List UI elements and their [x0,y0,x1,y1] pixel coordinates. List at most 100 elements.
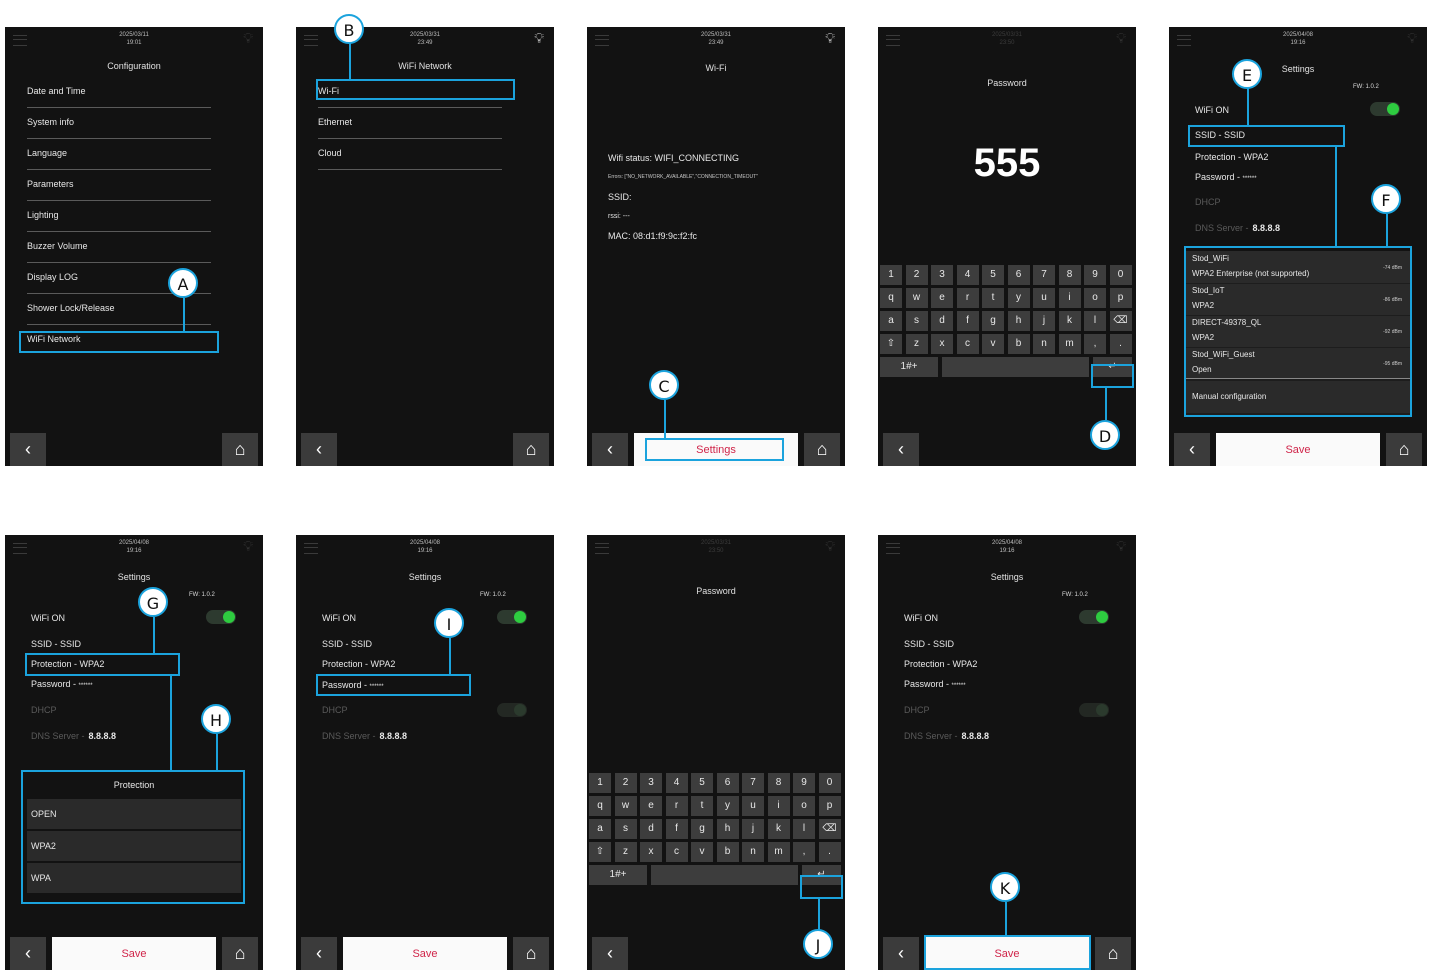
key[interactable]: y [716,796,739,816]
key[interactable]: v [691,842,713,862]
key[interactable]: w [905,288,928,308]
password-row[interactable]: Password - ****** [1195,172,1257,182]
protection-row[interactable]: Protection - WPA2 [322,659,395,669]
bulb-icon[interactable]: 💡︎ [243,30,253,47]
key[interactable]: p [1109,288,1132,308]
back-button[interactable]: ‹ [592,937,628,970]
key[interactable]: c [665,842,688,862]
key[interactable]: n [1033,334,1055,354]
key[interactable]: 2 [905,265,928,285]
key[interactable]: o [793,796,815,816]
key[interactable]: . [818,842,841,862]
key[interactable]: , [793,842,815,862]
back-button[interactable]: ‹ [592,433,628,466]
key[interactable]: f [956,311,979,331]
wifi-toggle[interactable] [206,610,236,624]
back-button[interactable]: ‹ [10,937,46,970]
key[interactable]: m [767,842,790,862]
menu-item-cloud[interactable]: Cloud [318,139,502,170]
dns-row[interactable]: DNS Server -8.8.8.8 [904,731,989,741]
key[interactable]: 9 [1084,265,1106,285]
key[interactable]: 1 [880,265,902,285]
key[interactable]: 3 [931,265,953,285]
key[interactable]: z [905,334,928,354]
protection-row[interactable]: Protection - WPA2 [904,659,977,669]
ssid-row[interactable]: SSID - SSID [31,639,81,649]
home-button[interactable]: ⌂ [804,433,840,466]
menu-item-parameters[interactable]: Parameters [27,170,211,201]
back-button[interactable]: ‹ [1174,433,1210,466]
dns-row[interactable]: DNS Server -8.8.8.8 [1195,223,1280,233]
key[interactable]: d [640,819,662,839]
back-button[interactable]: ‹ [883,937,919,970]
bulb-icon[interactable]: 💡︎ [1116,30,1126,47]
key[interactable]: a [880,311,902,331]
dhcp-toggle[interactable] [497,703,527,717]
shift-icon[interactable]: ⇧ [589,842,611,862]
dhcp-toggle[interactable] [1079,703,1109,717]
bulb-icon[interactable]: 💡︎ [825,538,835,555]
key[interactable]: l [793,819,815,839]
space-key[interactable] [942,357,1089,377]
bulb-icon[interactable]: 💡︎ [1116,538,1126,555]
key[interactable]: 4 [665,773,688,793]
key[interactable]: a [589,819,611,839]
key[interactable]: 6 [716,773,739,793]
key[interactable]: d [931,311,953,331]
shift-icon[interactable]: ⇧ [880,334,902,354]
key[interactable]: j [1033,311,1055,331]
bulb-icon[interactable]: 💡︎ [534,30,544,47]
bulb-icon[interactable]: 💡︎ [243,538,253,555]
key[interactable]: 6 [1007,265,1030,285]
key[interactable]: g [982,311,1004,331]
dns-row[interactable]: DNS Server -8.8.8.8 [322,731,407,741]
key[interactable]: q [880,288,902,308]
password-row[interactable]: Password - ****** [31,679,93,689]
key[interactable]: 5 [691,773,713,793]
wifi-toggle[interactable] [1079,610,1109,624]
key[interactable]: f [665,819,688,839]
key[interactable]: z [614,842,637,862]
key[interactable]: x [640,842,662,862]
menu-item-language[interactable]: Language [27,139,211,170]
ssid-row[interactable]: SSID - SSID [322,639,372,649]
key[interactable]: n [742,842,764,862]
key[interactable]: p [818,796,841,816]
home-button[interactable]: ⌂ [513,433,549,466]
key[interactable]: b [1007,334,1030,354]
key[interactable]: q [589,796,611,816]
key[interactable]: s [614,819,637,839]
menu-item-system-info[interactable]: System info [27,108,211,139]
menu-item-buzzer-volume[interactable]: Buzzer Volume [27,232,211,263]
key[interactable]: j [742,819,764,839]
key[interactable]: s [905,311,928,331]
key[interactable]: g [691,819,713,839]
home-button[interactable]: ⌂ [1386,433,1422,466]
key[interactable]: m [1058,334,1081,354]
bulb-icon[interactable]: 💡︎ [825,30,835,47]
backspace-icon[interactable]: ⌫ [1109,311,1132,331]
key[interactable]: e [640,796,662,816]
symbol-mode-key[interactable]: 1#+ [880,357,938,377]
key[interactable]: w [614,796,637,816]
key[interactable]: 1 [589,773,611,793]
dns-row[interactable]: DNS Server -8.8.8.8 [31,731,116,741]
protection-row[interactable]: Protection - WPA2 [1195,152,1268,162]
menu-item-date-time[interactable]: Date and Time [27,77,211,108]
key[interactable]: e [931,288,953,308]
key[interactable]: v [982,334,1004,354]
home-button[interactable]: ⌂ [222,937,258,970]
password-row[interactable]: Password - ****** [904,679,966,689]
key[interactable]: u [1033,288,1055,308]
key[interactable]: 9 [793,773,815,793]
space-key[interactable] [651,865,798,885]
back-button[interactable]: ‹ [10,433,46,466]
bulb-icon[interactable]: 💡︎ [1407,30,1417,47]
back-button[interactable]: ‹ [301,937,337,970]
key[interactable]: 5 [982,265,1004,285]
symbol-mode-key[interactable]: 1#+ [589,865,647,885]
key[interactable]: h [716,819,739,839]
key[interactable]: 7 [742,773,764,793]
key[interactable]: 4 [956,265,979,285]
key[interactable]: t [982,288,1004,308]
